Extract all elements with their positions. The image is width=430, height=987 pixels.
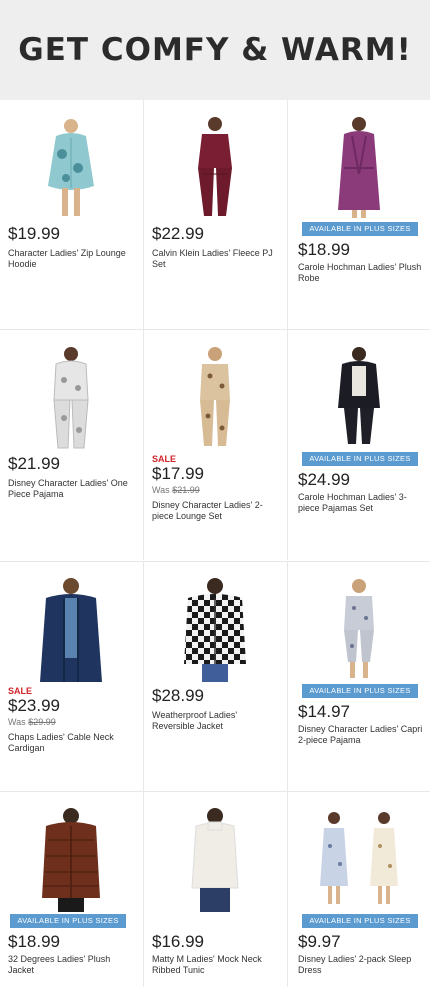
product-card[interactable]: $22.99 Calvin Klein Ladies' Fleece PJ Se… xyxy=(143,100,286,330)
plus-sizes-badge: AVAILABLE IN PLUS SIZES xyxy=(302,452,418,466)
product-card[interactable]: AVAILABLE IN PLUS SIZES $18.99 Carole Ho… xyxy=(287,100,430,330)
product-price: $23.99 xyxy=(8,696,60,715)
was-price: Was $29.99 xyxy=(8,717,56,727)
product-row: AVAILABLE IN PLUS SIZES $18.99 32 Degree… xyxy=(0,792,430,987)
product-title[interactable]: Disney Character Ladies' One Piece Pajam… xyxy=(8,478,136,500)
product-grid: $19.99 Character Ladies' Zip Lounge Hood… xyxy=(0,100,430,987)
product-title[interactable]: Character Ladies' Zip Lounge Hoodie xyxy=(8,248,136,270)
product-price: $16.99 xyxy=(152,932,204,951)
product-price: $18.99 xyxy=(8,932,60,951)
product-image[interactable] xyxy=(12,806,130,914)
product-card[interactable]: SALE $17.99 Was $21.99 Disney Character … xyxy=(143,330,286,560)
sale-label: SALE xyxy=(8,686,33,696)
product-title[interactable]: Disney Ladies' 2-pack Sleep Dress xyxy=(298,954,426,976)
product-card[interactable]: $21.99 Disney Character Ladies' One Piec… xyxy=(0,330,143,560)
banner-title: GET COMFY & WARM! xyxy=(18,32,412,68)
product-price: $22.99 xyxy=(152,224,204,243)
product-row: $21.99 Disney Character Ladies' One Piec… xyxy=(0,330,430,562)
product-title[interactable]: 32 Degrees Ladies' Plush Jacket xyxy=(8,954,136,976)
product-title[interactable]: Chaps Ladies' Cable Neck Cardigan xyxy=(8,732,136,754)
product-image[interactable] xyxy=(156,344,274,452)
product-card[interactable]: $19.99 Character Ladies' Zip Lounge Hood… xyxy=(0,100,143,330)
promo-banner: GET COMFY & WARM! xyxy=(0,0,430,100)
sale-label: SALE xyxy=(152,454,177,464)
product-row: SALE $23.99 Was $29.99 Chaps Ladies' Cab… xyxy=(0,562,430,792)
product-image[interactable] xyxy=(12,344,130,452)
product-image[interactable] xyxy=(300,576,418,684)
product-image[interactable] xyxy=(300,114,418,222)
product-image[interactable] xyxy=(300,344,418,452)
product-title[interactable]: Carole Hochman Ladies' Plush Robe xyxy=(298,262,426,284)
plus-sizes-badge: AVAILABLE IN PLUS SIZES xyxy=(302,222,418,236)
product-price: $24.99 xyxy=(298,470,350,489)
product-price: $19.99 xyxy=(8,224,60,243)
product-image[interactable] xyxy=(300,806,418,914)
product-title[interactable]: Matty M Ladies' Mock Neck Ribbed Tunic xyxy=(152,954,280,976)
product-price: $14.97 xyxy=(298,702,350,721)
plus-sizes-badge: AVAILABLE IN PLUS SIZES xyxy=(10,914,126,928)
product-price: $28.99 xyxy=(152,686,204,705)
product-card[interactable]: SALE $23.99 Was $29.99 Chaps Ladies' Cab… xyxy=(0,562,143,792)
product-card[interactable]: AVAILABLE IN PLUS SIZES $14.97 Disney Ch… xyxy=(287,562,430,792)
product-price: $18.99 xyxy=(298,240,350,259)
product-title[interactable]: Disney Character Ladies' Capri 2-piece P… xyxy=(298,724,426,746)
product-image[interactable] xyxy=(12,114,130,222)
product-price: $17.99 xyxy=(152,464,204,483)
product-image[interactable] xyxy=(156,806,274,914)
product-price: $21.99 xyxy=(8,454,60,473)
product-card[interactable]: $28.99 Weatherproof Ladies' Reversible J… xyxy=(143,562,286,792)
was-price: Was $21.99 xyxy=(152,485,200,495)
product-title[interactable]: Carole Hochman Ladies' 3-piece Pajamas S… xyxy=(298,492,426,514)
product-title[interactable]: Calvin Klein Ladies' Fleece PJ Set xyxy=(152,248,280,270)
product-image[interactable] xyxy=(12,576,130,684)
product-image[interactable] xyxy=(156,114,274,222)
product-row: $19.99 Character Ladies' Zip Lounge Hood… xyxy=(0,100,430,330)
product-title[interactable]: Disney Character Ladies' 2-piece Lounge … xyxy=(152,500,280,522)
product-card[interactable]: AVAILABLE IN PLUS SIZES $9.97 Disney Lad… xyxy=(287,792,430,987)
plus-sizes-badge: AVAILABLE IN PLUS SIZES xyxy=(302,914,418,928)
product-card[interactable]: AVAILABLE IN PLUS SIZES $24.99 Carole Ho… xyxy=(287,330,430,560)
product-price: $9.97 xyxy=(298,932,341,951)
product-image[interactable] xyxy=(156,576,274,684)
plus-sizes-badge: AVAILABLE IN PLUS SIZES xyxy=(302,684,418,698)
product-title[interactable]: Weatherproof Ladies' Reversible Jacket xyxy=(152,710,280,732)
product-card[interactable]: $16.99 Matty M Ladies' Mock Neck Ribbed … xyxy=(143,792,286,987)
product-card[interactable]: AVAILABLE IN PLUS SIZES $18.99 32 Degree… xyxy=(0,792,143,987)
